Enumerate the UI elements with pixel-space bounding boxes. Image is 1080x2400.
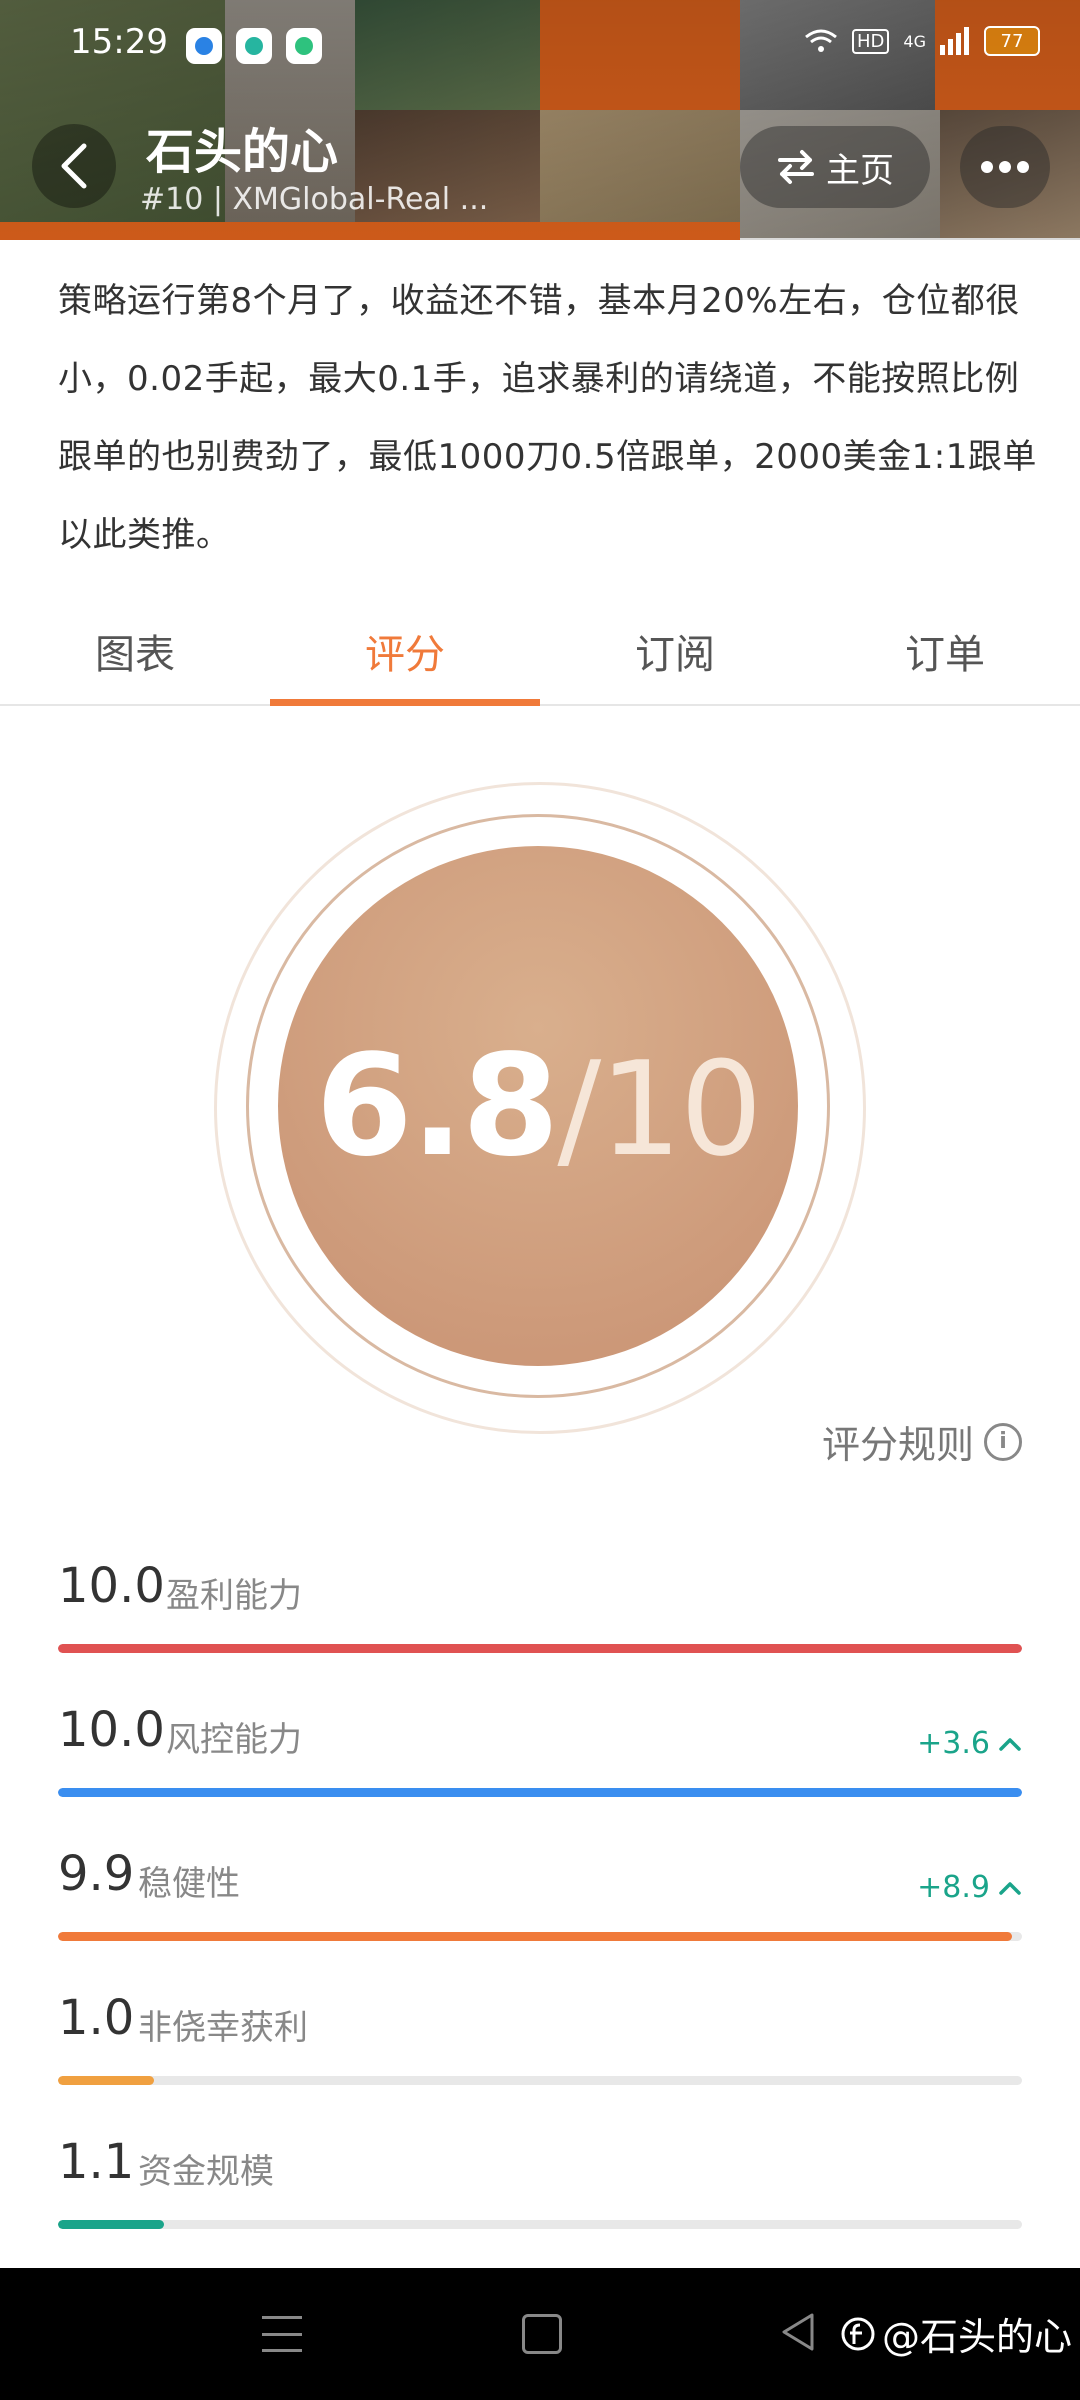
swap-icon: [778, 150, 814, 184]
status-time: 15:29: [70, 22, 168, 62]
status-indicators: HD 4G 77: [804, 26, 1040, 56]
metric-track: [58, 1644, 1022, 1653]
score-rules-label: 评分规则: [821, 1423, 974, 1467]
metric-delta-value: +8.9: [917, 1870, 990, 1905]
system-nav-bar: @石头的心: [0, 2268, 1080, 2400]
metric-fill: [58, 2076, 155, 2085]
metric-fill: [58, 2220, 165, 2229]
metric-label: 稳健性: [138, 1864, 240, 1904]
home-nav-icon[interactable]: [522, 2314, 562, 2354]
back-button[interactable]: [32, 124, 116, 208]
notification-app-icon: [186, 28, 222, 64]
metric-value: 10.0: [58, 1702, 165, 1758]
score-value: 6.8: [315, 1024, 559, 1188]
chevron-up-icon: [999, 1881, 1021, 1895]
network-label: 4G: [903, 31, 926, 51]
metric-label: 非侥幸获利: [138, 2008, 308, 2048]
metric-fill: [58, 1788, 1022, 1797]
wifi-icon: [805, 29, 837, 52]
score-total: /10: [557, 1032, 762, 1185]
metric-row-fund-size: 1.1 资金规模: [58, 2124, 1022, 2234]
account-subtitle: #10 | XMGlobal-Real ...: [140, 182, 489, 217]
more-dot-icon: [1017, 161, 1029, 173]
watermark-logo-icon: [841, 2317, 875, 2350]
score-readout: 6.8/10: [315, 1024, 762, 1188]
metric-delta: +3.6: [917, 1726, 1022, 1761]
metric-value: 9.9: [58, 1846, 135, 1902]
chevron-up-icon: [999, 1737, 1021, 1751]
metric-label: 资金规模: [138, 2152, 274, 2192]
metric-value: 1.0: [58, 1990, 135, 2046]
metric-row-non-luck-profit: 1.0 非侥幸获利: [58, 1980, 1022, 2090]
score-gauge: 6.8/10: [214, 782, 866, 1434]
metric-value: 10.0: [58, 1558, 165, 1614]
home-button[interactable]: 主页: [740, 126, 930, 208]
metric-value: 1.1: [58, 2134, 135, 2190]
watermark-text: @石头的心: [882, 2315, 1073, 2359]
info-icon: i: [984, 1422, 1022, 1461]
home-button-label: 主页: [826, 150, 894, 191]
recent-apps-icon[interactable]: [262, 2316, 302, 2352]
metric-track: [58, 2076, 1022, 2085]
battery-level: 77: [1000, 30, 1024, 52]
more-dot-icon: [981, 161, 993, 173]
metric-delta: +8.9: [917, 1870, 1022, 1905]
metric-delta-value: +3.6: [917, 1726, 990, 1761]
signal-icon: [940, 27, 969, 55]
tab-chart[interactable]: 图表: [0, 598, 270, 704]
page-title: 石头的心: [146, 124, 339, 180]
chat-app-icon: [286, 28, 322, 64]
metric-track: [58, 1932, 1022, 1941]
status-app-icons: [186, 28, 322, 64]
metric-row-profitability: 10.0 盈利能力: [58, 1548, 1022, 1658]
metric-label: 盈利能力: [166, 1576, 302, 1616]
back-nav-icon[interactable]: [780, 2312, 816, 2352]
metric-track: [58, 2220, 1022, 2229]
chevron-left-icon: [61, 143, 87, 189]
metric-fill: [58, 1644, 1022, 1653]
tab-subscribe[interactable]: 订阅: [540, 598, 810, 704]
strategy-description: 策略运行第8个月了，收益还不错，基本月20%左右，仓位都很小，0.02手起，最大…: [58, 281, 1037, 555]
metric-track: [58, 1788, 1022, 1797]
more-button[interactable]: [960, 126, 1050, 208]
profile-header: 15:29 HD 4G 77 石头的心 #10 | XMGlobal-Real …: [0, 0, 1080, 240]
hd-badge: HD: [852, 28, 890, 54]
score-disc: 6.8/10: [278, 846, 798, 1366]
tab-bar: 图表 评分 订阅 订单: [0, 598, 1080, 706]
metric-fill: [58, 1932, 1013, 1941]
tab-orders[interactable]: 订单: [810, 598, 1080, 704]
watermark: @石头的心: [840, 2306, 1072, 2361]
more-dot-icon: [999, 161, 1011, 173]
heart-app-icon: [236, 28, 272, 64]
metric-label: 风控能力: [166, 1720, 302, 1760]
battery-icon: 77: [984, 26, 1040, 56]
tab-score[interactable]: 评分: [270, 598, 540, 706]
metric-row-risk-control: 10.0 风控能力 +3.6: [58, 1692, 1022, 1802]
score-rules-link[interactable]: 评分规则 i: [822, 1414, 1022, 1469]
metric-row-stability: 9.9 稳健性 +8.9: [58, 1836, 1022, 1946]
